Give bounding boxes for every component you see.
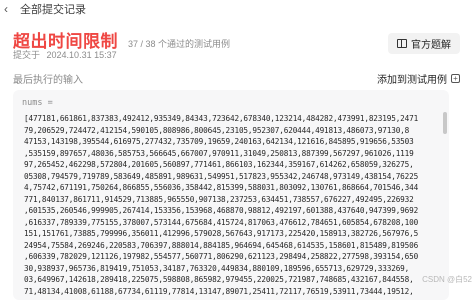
add-to-testcase-label: 添加到测试用例: [377, 75, 447, 86]
input-line: 151,151761,73885,799996,356011,412996,57…: [24, 229, 419, 238]
chevron-left-icon[interactable]: ‹: [4, 2, 14, 16]
official-solution-label: 官方题解: [411, 40, 451, 51]
input-line: 4,75742,671191,750264,866855,556036,3584…: [24, 183, 419, 192]
passed-cases-text: 37 / 38 个通过的测试用例: [128, 39, 231, 49]
input-data: [477181,661861,837383,492412,935349,8434…: [24, 113, 438, 297]
input-line: ,616337,789339,775155,378007,573144,6756…: [24, 217, 419, 227]
input-line: 30,938937,965736,819419,751053,34187,763…: [24, 263, 410, 273]
input-line: 05308,794579,719789,583649,485891,989631…: [24, 171, 419, 181]
scrollbar-thumb[interactable]: [443, 112, 447, 134]
input-line: ,535159,897657,48036,585753,566645,66700…: [24, 148, 414, 158]
input-line: 771,840137,861711,914529,713885,965550,9…: [24, 194, 414, 204]
last-input-label: 最后执行的输入: [13, 75, 83, 86]
input-line: 71,48134,41008,61188,67734,61119,77814,1…: [24, 286, 414, 296]
input-line: 97,265452,462298,572804,201605,560897,77…: [24, 160, 414, 169]
input-line: ,606339,782029,121126,197982,554577,5607…: [24, 252, 419, 261]
book-icon: [397, 39, 407, 48]
scrollbar[interactable]: [443, 112, 447, 292]
input-line: 03,649967,142618,289418,225075,598808,86…: [24, 275, 414, 284]
last-input-header: 最后执行的输入 添加到测试用例 +: [13, 71, 460, 86]
submitted-time: 2024.10.31 15:37: [46, 50, 117, 60]
watermark: CSDN @白52: [422, 275, 472, 284]
add-to-testcase-button[interactable]: 添加到测试用例 +: [377, 71, 460, 86]
official-solution-button[interactable]: 官方题解: [388, 33, 460, 54]
all-submissions-link[interactable]: 全部提交记录: [20, 1, 86, 17]
top-bar: ‹ 全部提交记录: [0, 0, 474, 18]
input-line: ,601535,260546,999905,267414,153356,1539…: [24, 206, 419, 215]
variable-name: nums =: [22, 98, 53, 108]
input-line: [477181,661861,837383,492412,935349,8434…: [24, 114, 419, 123]
input-line: 47153,143198,395544,616975,277432,735709…: [24, 137, 414, 146]
input-line: 24954,75584,269246,220583,706397,888014,…: [24, 240, 419, 250]
submission-time: 提交于 2024.10.31 15:37: [13, 48, 117, 61]
input-line: 79,206529,724472,412154,590105,808986,80…: [24, 125, 410, 135]
last-input-box: nums = [477181,661861,837383,492412,9353…: [13, 90, 449, 300]
submitted-label: 提交于: [13, 50, 41, 60]
plus-square-icon: +: [451, 74, 460, 83]
